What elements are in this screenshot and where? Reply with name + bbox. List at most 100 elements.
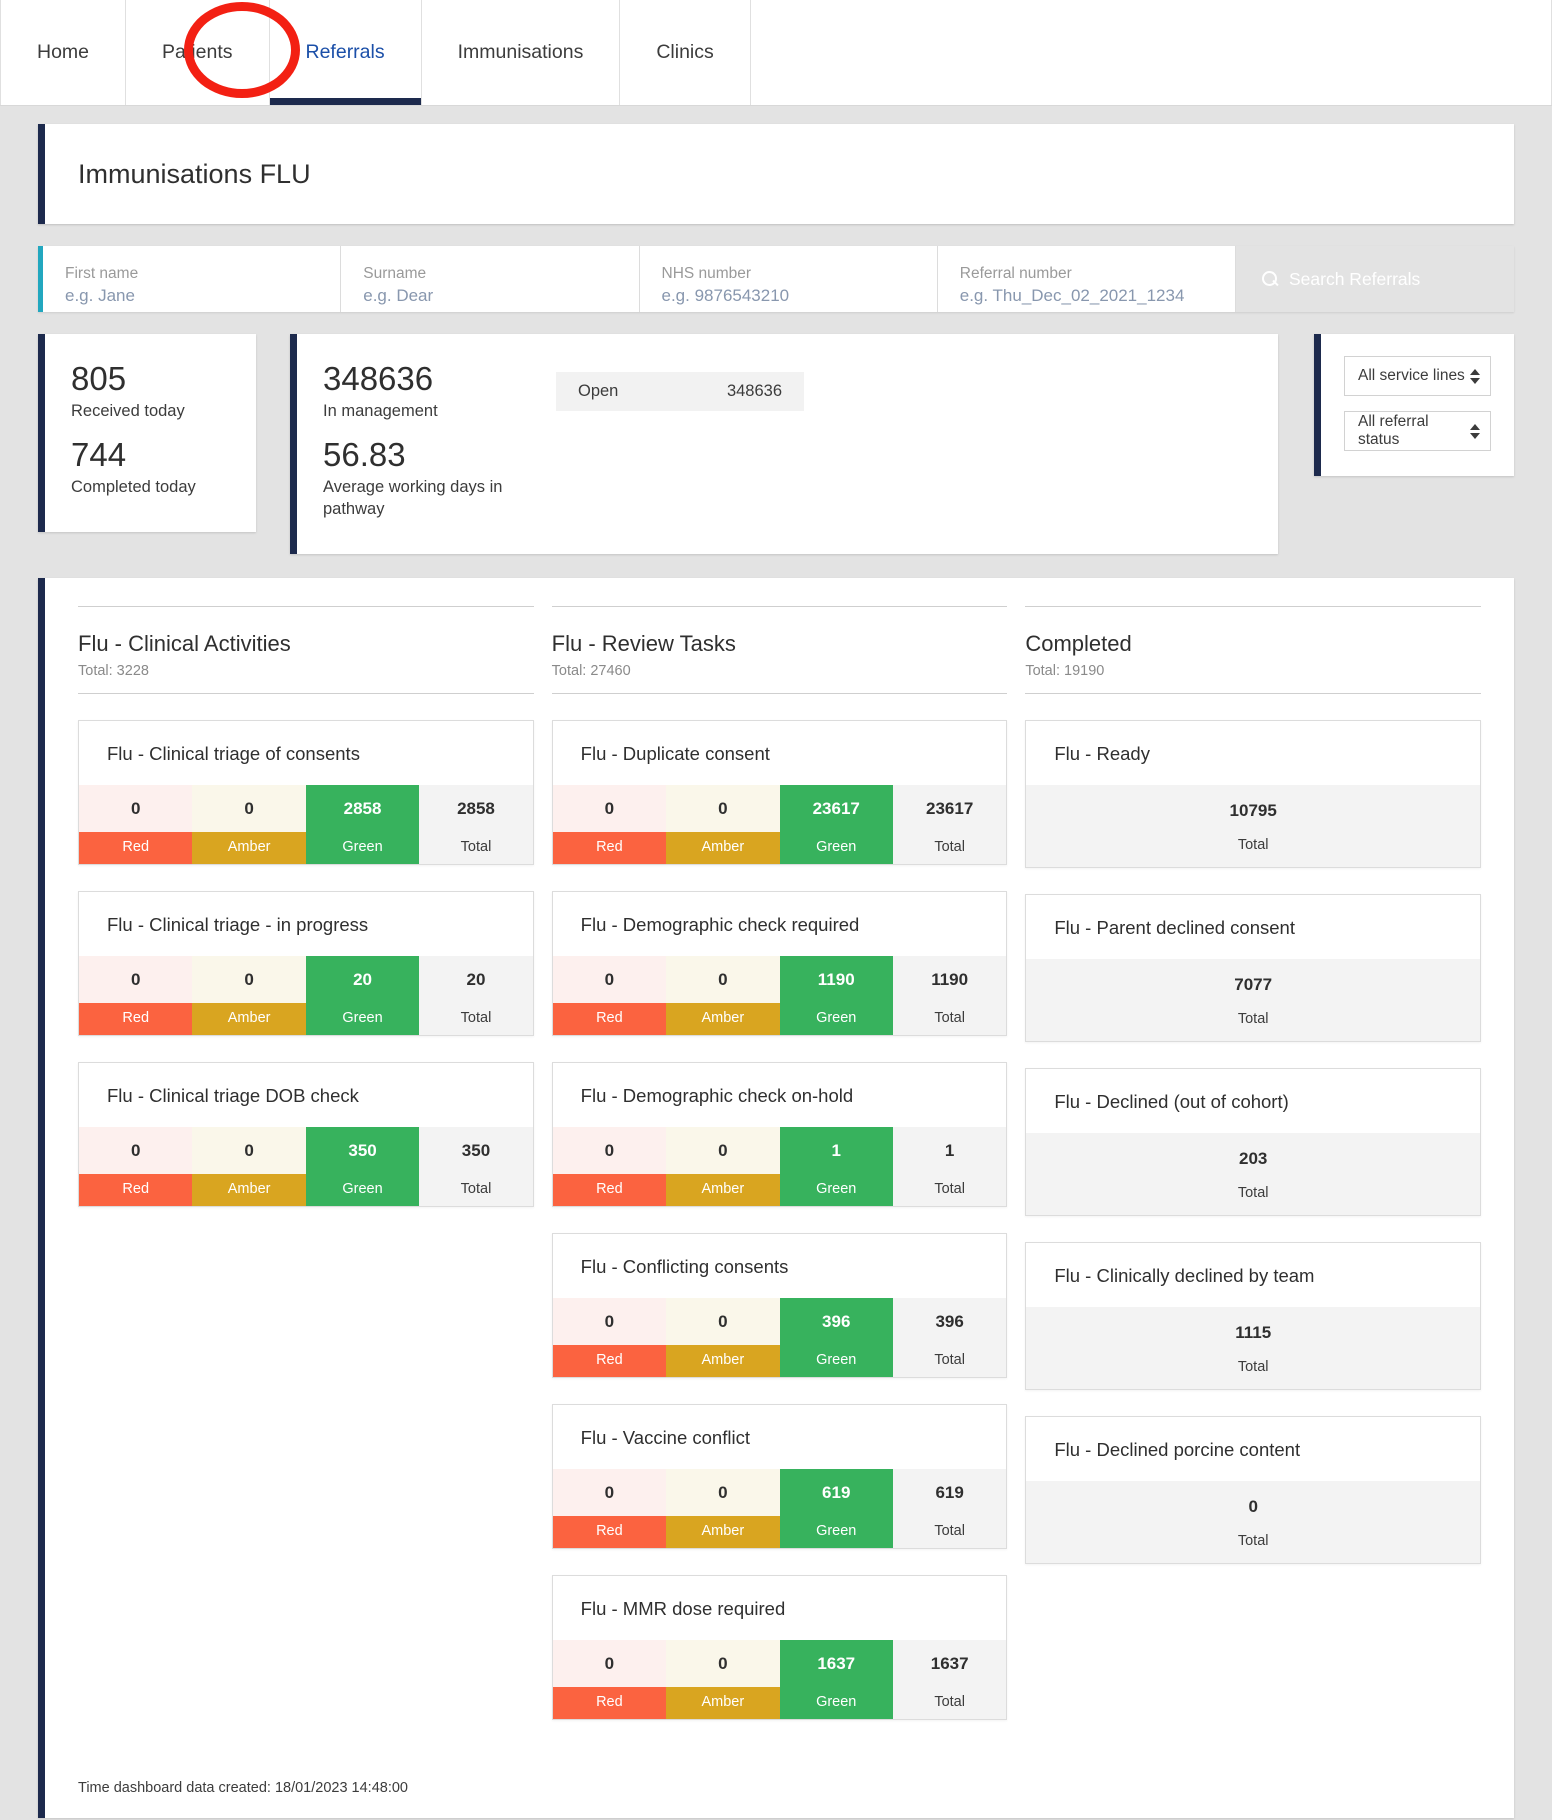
rag-red-value: 0 xyxy=(553,956,666,1003)
rag-green[interactable]: 20Green xyxy=(306,956,419,1035)
service-line-select[interactable]: All service lines xyxy=(1344,356,1491,396)
card-flu-declined-out-of-cohort[interactable]: Flu - Declined (out of cohort) 203 Total xyxy=(1025,1068,1481,1216)
rag-red[interactable]: 0Red xyxy=(79,956,192,1035)
card-title: Flu - Declined (out of cohort) xyxy=(1026,1069,1480,1133)
management-figures: 348636 In management 56.83 Average worki… xyxy=(323,358,513,532)
rag-green[interactable]: 1190Green xyxy=(780,956,893,1035)
rag-total[interactable]: 2858Total xyxy=(419,785,532,864)
card-total-value: 203 xyxy=(1026,1147,1480,1170)
page-title-panel: Immunisations FLU xyxy=(38,124,1514,224)
rag-red-label: Red xyxy=(553,832,666,864)
card-flu-demographic-check-on-hold[interactable]: Flu - Demographic check on-hold 0Red 0Am… xyxy=(552,1062,1008,1207)
nhs-number-field[interactable]: NHS number e.g. 9876543210 xyxy=(640,246,938,312)
rag-amber[interactable]: 0Amber xyxy=(666,1298,779,1377)
rag-green[interactable]: 350Green xyxy=(306,1127,419,1206)
rag-total-value: 396 xyxy=(893,1298,1006,1345)
nav-item-clinics[interactable]: Clinics xyxy=(620,0,750,105)
column-header: Completed Total: 19190 xyxy=(1025,606,1481,694)
nav-item-home[interactable]: Home xyxy=(0,0,126,105)
card-flu-clinical-triage-dob-check[interactable]: Flu - Clinical triage DOB check 0Red 0Am… xyxy=(78,1062,534,1207)
rag-red[interactable]: 0Red xyxy=(79,1127,192,1206)
received-today-label: Received today xyxy=(71,400,230,422)
rag-amber[interactable]: 0Amber xyxy=(666,1640,779,1719)
rag-total[interactable]: 396Total xyxy=(893,1298,1006,1377)
card-flu-conflicting-consents[interactable]: Flu - Conflicting consents 0Red 0Amber 3… xyxy=(552,1233,1008,1378)
rag-total[interactable]: 1Total xyxy=(893,1127,1006,1206)
rag-red[interactable]: 0Red xyxy=(553,1469,666,1548)
nav-item-patients[interactable]: Patients xyxy=(126,0,269,105)
card-title: Flu - Conflicting consents xyxy=(553,1234,1007,1298)
rag-amber-label: Amber xyxy=(192,1174,305,1206)
card-flu-parent-declined-consent[interactable]: Flu - Parent declined consent 7077 Total xyxy=(1025,894,1481,1042)
rag-green[interactable]: 2858Green xyxy=(306,785,419,864)
rag-green[interactable]: 1637Green xyxy=(780,1640,893,1719)
rag-amber[interactable]: 0Amber xyxy=(666,956,779,1035)
card-flu-demographic-check-required[interactable]: Flu - Demographic check required 0Red 0A… xyxy=(552,891,1008,1036)
completed-today-label: Completed today xyxy=(71,476,230,498)
rag-total[interactable]: 20Total xyxy=(419,956,532,1035)
rag-red[interactable]: 0Red xyxy=(553,1127,666,1206)
rag-amber-label: Amber xyxy=(666,832,779,864)
rag-green-label: Green xyxy=(780,1003,893,1035)
rag-green[interactable]: 396Green xyxy=(780,1298,893,1377)
nav-item-referrals[interactable]: Referrals xyxy=(270,0,422,105)
rag-red[interactable]: 0Red xyxy=(553,785,666,864)
first-name-field[interactable]: First name e.g. Jane xyxy=(43,246,341,312)
column-header: Flu - Review Tasks Total: 27460 xyxy=(552,606,1008,694)
rag-red-value: 0 xyxy=(553,1640,666,1687)
card-flu-duplicate-consent[interactable]: Flu - Duplicate consent 0Red 0Amber 2361… xyxy=(552,720,1008,865)
rag-red-value: 0 xyxy=(553,1127,666,1174)
rag-red[interactable]: 0Red xyxy=(553,956,666,1035)
rag-bar: 0Red 0Amber 20Green 20Total xyxy=(79,956,533,1035)
card-flu-declined-porcine-content[interactable]: Flu - Declined porcine content 0 Total xyxy=(1025,1416,1481,1564)
rag-red[interactable]: 0Red xyxy=(553,1298,666,1377)
rag-green-label: Green xyxy=(780,1687,893,1719)
rag-red[interactable]: 0Red xyxy=(79,785,192,864)
rag-amber[interactable]: 0Amber xyxy=(666,1127,779,1206)
stepper-arrows-icon xyxy=(1470,369,1480,384)
rag-amber[interactable]: 0Amber xyxy=(192,1127,305,1206)
rag-total-value: 1190 xyxy=(893,956,1006,1003)
rag-green[interactable]: 619Green xyxy=(780,1469,893,1548)
card-flu-clinical-triage-in-progress[interactable]: Flu - Clinical triage - in progress 0Red… xyxy=(78,891,534,1036)
referral-status-select[interactable]: All referral status xyxy=(1344,411,1491,451)
page-content: Immunisations FLU First name e.g. Jane S… xyxy=(0,124,1552,1818)
rag-green[interactable]: 23617Green xyxy=(780,785,893,864)
rag-amber[interactable]: 0Amber xyxy=(192,956,305,1035)
rag-green-value: 396 xyxy=(780,1298,893,1345)
rag-green[interactable]: 1Green xyxy=(780,1127,893,1206)
card-total-block: 1115 Total xyxy=(1026,1307,1480,1389)
card-title: Flu - Clinical triage - in progress xyxy=(79,892,533,956)
rag-total[interactable]: 1637Total xyxy=(893,1640,1006,1719)
surname-field[interactable]: Surname e.g. Dear xyxy=(341,246,639,312)
rag-green-label: Green xyxy=(780,1174,893,1206)
rag-red-value: 0 xyxy=(553,1298,666,1345)
rag-amber[interactable]: 0Amber xyxy=(666,1469,779,1548)
card-flu-ready[interactable]: Flu - Ready 10795 Total xyxy=(1025,720,1481,868)
card-title: Flu - Parent declined consent xyxy=(1026,895,1480,959)
card-total-block: 7077 Total xyxy=(1026,959,1480,1041)
rag-amber[interactable]: 0Amber xyxy=(666,785,779,864)
search-button-label: Search Referrals xyxy=(1289,269,1420,290)
rag-bar: 0Red 0Amber 1Green 1Total xyxy=(553,1127,1007,1206)
card-flu-clinical-triage-of-consents[interactable]: Flu - Clinical triage of consents 0Red 0… xyxy=(78,720,534,865)
rag-total[interactable]: 350Total xyxy=(419,1127,532,1206)
avg-working-days-value: 56.83 xyxy=(323,434,513,476)
card-title: Flu - Clinically declined by team xyxy=(1026,1243,1480,1307)
card-flu-vaccine-conflict[interactable]: Flu - Vaccine conflict 0Red 0Amber 619Gr… xyxy=(552,1404,1008,1549)
rag-red-label: Red xyxy=(553,1687,666,1719)
rag-total[interactable]: 23617Total xyxy=(893,785,1006,864)
rag-total-label: Total xyxy=(419,1174,532,1206)
column-total: Total: 27460 xyxy=(552,663,1008,679)
card-flu-clinically-declined-by-team[interactable]: Flu - Clinically declined by team 1115 T… xyxy=(1025,1242,1481,1390)
rag-total[interactable]: 619Total xyxy=(893,1469,1006,1548)
rag-total[interactable]: 1190Total xyxy=(893,956,1006,1035)
card-flu-mmr-dose-required[interactable]: Flu - MMR dose required 0Red 0Amber 1637… xyxy=(552,1575,1008,1720)
rag-red[interactable]: 0Red xyxy=(553,1640,666,1719)
rag-red-label: Red xyxy=(553,1516,666,1548)
rag-amber[interactable]: 0Amber xyxy=(192,785,305,864)
referral-number-field[interactable]: Referral number e.g. Thu_Dec_02_2021_123… xyxy=(938,246,1236,312)
card-title: Flu - Declined porcine content xyxy=(1026,1417,1480,1481)
nav-item-immunisations[interactable]: Immunisations xyxy=(422,0,621,105)
search-referrals-button[interactable]: Search Referrals xyxy=(1236,246,1514,312)
